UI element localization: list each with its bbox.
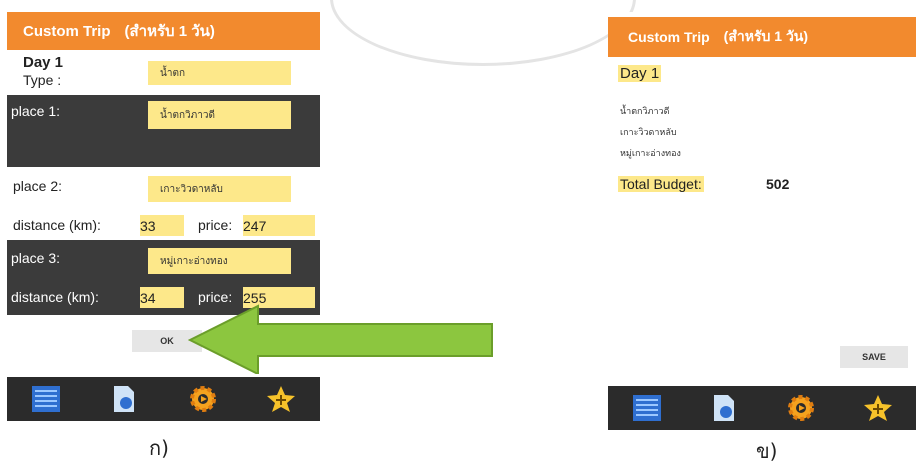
price-field-2[interactable]: 247: [243, 215, 315, 236]
caption-b: ข): [756, 439, 778, 463]
distance-field-3[interactable]: 34: [140, 287, 184, 308]
favorite-icon[interactable]: [264, 383, 298, 415]
save-button[interactable]: SAVE: [840, 346, 908, 368]
settings-icon[interactable]: [186, 383, 220, 415]
place1-panel: place 1: น้ำตกวิภาวดี: [7, 95, 320, 167]
place3-field[interactable]: หมู่เกาะอ่างทอง: [148, 248, 291, 274]
bottom-nav-a: [7, 377, 320, 421]
watermark-arc: [330, 0, 636, 66]
type-label: Type :: [23, 72, 62, 88]
arrow-pointer-icon: [188, 304, 493, 374]
title-bar: Custom Trip (สำหรับ 1 วัน): [7, 12, 320, 50]
app-title: Custom Trip: [23, 22, 111, 40]
total-budget-label: Total Budget:: [618, 176, 704, 192]
list-icon[interactable]: [630, 392, 664, 424]
place1-label: place 1:: [11, 103, 61, 119]
favorite-icon[interactable]: [861, 392, 895, 424]
place-item-1: น้ำตกวิภาวดี: [620, 107, 670, 117]
settings-icon[interactable]: [784, 392, 818, 424]
place3-label: place 3:: [11, 250, 61, 266]
app-title-sub: (สำหรับ 1 วัน): [124, 23, 215, 40]
place2-field[interactable]: เกาะวิวดาหลับ: [148, 176, 291, 202]
title-bar: Custom Trip (สำหรับ 1 วัน): [608, 17, 916, 57]
total-budget-value: 502: [766, 176, 790, 192]
list-icon[interactable]: [29, 383, 63, 415]
place1-field[interactable]: น้ำตกวิภาวดี: [148, 101, 291, 129]
distance-label-2: distance (km):: [13, 217, 101, 233]
document-icon[interactable]: [107, 383, 141, 415]
app-title-sub: (สำหรับ 1 วัน): [723, 28, 809, 44]
price-label-3: price:: [198, 289, 233, 305]
custom-trip-screen-b: Custom Trip (สำหรับ 1 วัน) Day 1 น้ำตกวิ…: [608, 12, 916, 463]
type-field[interactable]: น้ำตก: [148, 61, 291, 85]
day-label: Day 1: [618, 65, 662, 82]
distance-field-2[interactable]: 33: [140, 215, 184, 236]
day-label: Day 1: [23, 54, 64, 71]
place2-label: place 2:: [13, 178, 63, 194]
place-list: น้ำตกวิภาวดี เกาะวิวดาหลับ หมู่เกาะอ่างท…: [620, 102, 681, 165]
document-icon[interactable]: [707, 392, 741, 424]
place-item-2: เกาะวิวดาหลับ: [620, 128, 677, 138]
app-title: Custom Trip: [628, 29, 710, 45]
price-label-2: price:: [198, 217, 233, 233]
bottom-nav-b: [608, 386, 916, 430]
distance-label-3: distance (km):: [11, 289, 99, 305]
caption-a: ก): [149, 436, 169, 460]
place-item-3: หมู่เกาะอ่างทอง: [620, 149, 681, 159]
